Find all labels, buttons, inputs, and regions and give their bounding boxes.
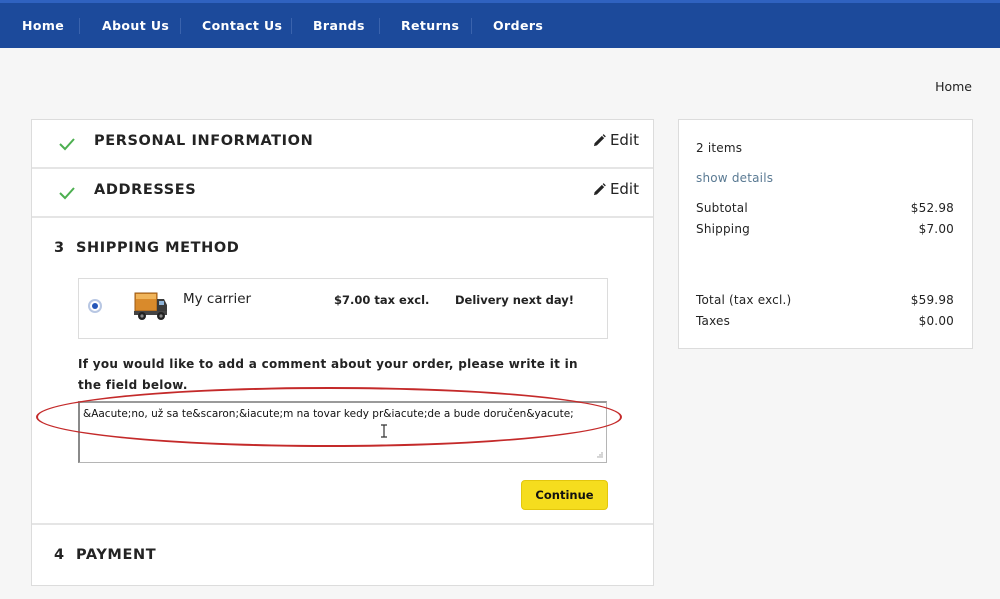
step-title: ADDRESSES: [94, 182, 197, 198]
nav-divider: [180, 18, 181, 34]
edit-addresses-button[interactable]: Edit: [593, 180, 639, 198]
subtotal-value: $52.98: [910, 201, 954, 215]
continue-button[interactable]: Continue: [521, 480, 608, 510]
nav-divider: [291, 18, 292, 34]
taxes-value: $0.00: [918, 314, 954, 328]
carrier-radio-button[interactable]: [88, 299, 102, 313]
nav-link-about-us[interactable]: About Us: [102, 3, 169, 48]
nav-divider: [79, 18, 80, 34]
pencil-icon: [593, 182, 606, 195]
edit-label: Edit: [609, 180, 639, 198]
shipping-row: Shipping $7.00: [696, 222, 954, 236]
step-number: 4: [54, 547, 65, 563]
step-title: PAYMENT: [76, 547, 157, 563]
subtotal-row: Subtotal $52.98: [696, 201, 954, 215]
edit-personal-info-button[interactable]: Edit: [593, 131, 639, 149]
checkout-steps-panel: PERSONAL INFORMATION Edit ADDRESSES Edit…: [31, 119, 654, 586]
breadcrumb[interactable]: Home: [935, 79, 972, 94]
carrier-delivery-time: Delivery next day!: [455, 293, 574, 307]
show-details-link[interactable]: show details: [696, 171, 773, 185]
check-icon: [59, 187, 75, 200]
shipping-value: $7.00: [918, 222, 954, 236]
summary-show-details-row: show details: [696, 171, 954, 185]
items-count: 2 items: [696, 141, 743, 155]
subtotal-label: Subtotal: [696, 201, 748, 215]
top-navigation-bar: Home About Us Contact Us Brands Returns …: [0, 0, 1000, 48]
taxes-label: Taxes: [696, 314, 731, 328]
nav-divider: [471, 18, 472, 34]
carrier-name: My carrier: [183, 291, 252, 307]
order-comment-textarea[interactable]: &Aacute;no, už sa te&scaron;&iacute;m na…: [78, 401, 607, 463]
total-row: Total (tax excl.) $59.98: [696, 293, 954, 307]
step-payment[interactable]: 4 PAYMENT: [32, 525, 653, 585]
check-icon: [59, 138, 75, 151]
edit-label: Edit: [609, 131, 639, 149]
taxes-row: Taxes $0.00: [696, 314, 954, 328]
delivery-truck-icon: [134, 292, 167, 320]
resize-handle-icon[interactable]: [596, 451, 604, 459]
nav-link-brands[interactable]: Brands: [313, 3, 365, 48]
nav-divider: [379, 18, 380, 34]
step-personal-information[interactable]: PERSONAL INFORMATION Edit: [32, 120, 653, 169]
pencil-icon: [593, 133, 606, 146]
carrier-option[interactable]: My carrier $7.00 tax excl. Delivery next…: [78, 278, 608, 339]
total-value: $59.98: [910, 293, 954, 307]
order-comment-label: If you would like to add a comment about…: [78, 357, 578, 392]
nav-link-orders[interactable]: Orders: [493, 3, 543, 48]
carrier-price: $7.00 tax excl.: [334, 293, 430, 307]
order-summary-panel: 2 items show details Subtotal $52.98 Shi…: [678, 119, 973, 349]
nav-link-contact-us[interactable]: Contact Us: [202, 3, 282, 48]
text-cursor-icon: [381, 424, 387, 438]
shipping-label: Shipping: [696, 222, 750, 236]
step-addresses[interactable]: ADDRESSES Edit: [32, 169, 653, 218]
step-title: SHIPPING METHOD: [76, 240, 240, 256]
nav-link-returns[interactable]: Returns: [401, 3, 459, 48]
total-label: Total (tax excl.): [696, 293, 792, 307]
step-number: 3: [54, 240, 65, 256]
summary-items-count-row: 2 items: [696, 141, 954, 155]
nav-link-home[interactable]: Home: [22, 3, 64, 48]
step-title: PERSONAL INFORMATION: [94, 133, 314, 149]
